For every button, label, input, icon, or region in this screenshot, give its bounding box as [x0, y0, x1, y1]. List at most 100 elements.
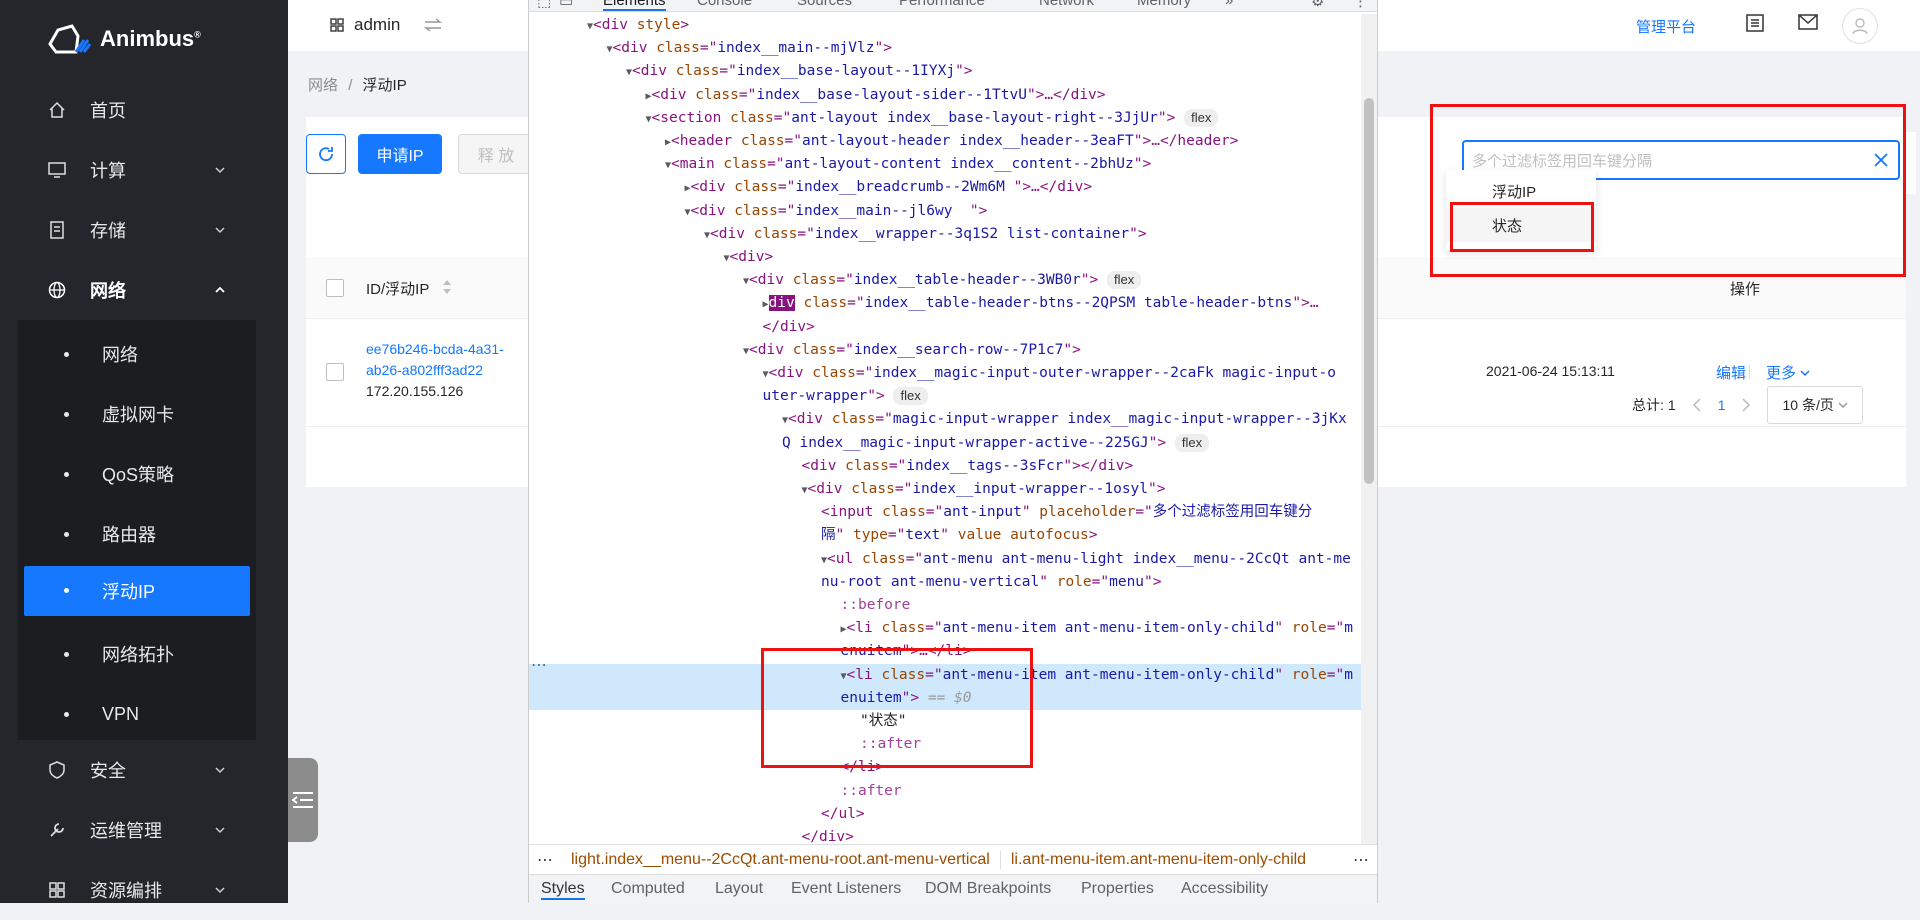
dom-tree-line[interactable]: ▼<div class="index__base-layout--1IYXj">	[529, 60, 1361, 83]
tab-accessibility[interactable]: Accessibility	[1181, 880, 1268, 898]
tab-performance[interactable]: Performance	[899, 0, 985, 9]
dom-tree-line[interactable]: ▶<li class="ant-menu-item ant-menu-item-…	[529, 617, 1361, 640]
dom-tree-line[interactable]: "状态"	[529, 710, 1361, 733]
more-actions-icon[interactable]: ⋯	[529, 655, 547, 675]
document-icon[interactable]	[1746, 14, 1764, 32]
dom-tree-line[interactable]: ▼<div class="index__main--mjVlz">	[529, 37, 1361, 60]
dom-tree-line[interactable]: ▼<div class="index__main--jl6wy ">	[529, 200, 1361, 223]
avatar[interactable]	[1842, 8, 1878, 44]
inspect-icon[interactable]: ⬚	[537, 0, 551, 10]
device-toolbar-icon[interactable]: ▭	[559, 0, 573, 10]
dom-tree-line[interactable]: ▶<div class="index__base-layout-sider--1…	[529, 84, 1361, 107]
sidebar-item-orchestration[interactable]: 资源编排	[0, 860, 288, 920]
dom-tree-line[interactable]: ▶<header class="ant-layout-header index_…	[529, 130, 1361, 153]
tab-memory[interactable]: Memory	[1137, 0, 1191, 9]
dom-tree-line[interactable]: ▼<div class="index__table-header--3WB0r"…	[529, 269, 1361, 292]
dom-tree-line[interactable]: ▼<div style>	[529, 14, 1361, 37]
filter-option-status[interactable]: 状态	[1446, 208, 1596, 242]
dom-crumb-li[interactable]: li.ant-menu-item.ant-menu-item-only-chil…	[1001, 851, 1316, 869]
next-page-icon[interactable]	[1741, 398, 1751, 412]
tab-properties[interactable]: Properties	[1081, 880, 1154, 898]
sidebar-item-home[interactable]: 首页	[0, 80, 288, 140]
dom-tree-line[interactable]: enuitem">…</li>	[529, 640, 1361, 663]
scrollbar-thumb[interactable]	[1364, 98, 1374, 484]
tab-styles[interactable]: Styles	[541, 880, 585, 900]
tab-sources[interactable]: Sources	[797, 0, 852, 9]
sidebar-subitem-vnic[interactable]: 虚拟网卡	[24, 390, 250, 438]
sidebar-item-network[interactable]: 网络	[0, 260, 288, 320]
logo[interactable]: Animbus®	[46, 22, 201, 56]
refresh-button[interactable]	[306, 134, 346, 174]
dom-crumb-ul[interactable]: light.index__menu--2CcQt.ant-menu-root.a…	[561, 850, 1001, 869]
dom-tree-line[interactable]: ::before	[529, 594, 1361, 617]
dom-tree-line[interactable]: ::after	[529, 780, 1361, 803]
dom-tree-line[interactable]: ▼<li class="ant-menu-item ant-menu-item-…	[529, 663, 1361, 687]
row-edit-link[interactable]: 编辑	[1716, 362, 1746, 383]
sidebar-subitem-qos[interactable]: QoS策略	[24, 450, 250, 498]
kebab-menu-icon[interactable]: ⋮	[1353, 0, 1368, 10]
dom-tree-line[interactable]: ▼<ul class="ant-menu ant-menu-light inde…	[529, 548, 1361, 571]
sidebar-item-ops[interactable]: 运维管理	[0, 800, 288, 860]
more-tabs-icon[interactable]: »	[1225, 0, 1233, 9]
dom-tree-line[interactable]: </div>	[529, 316, 1361, 339]
dom-tree-line[interactable]: </div>	[529, 826, 1361, 844]
dom-tree-line[interactable]: ▼<section class="ant-layout index__base-…	[529, 107, 1361, 130]
tab-console[interactable]: Console	[697, 0, 752, 9]
dom-tree-line[interactable]: ▼<div class="index__input-wrapper--1osyl…	[529, 478, 1361, 501]
dom-tree-line[interactable]: ▼<div class="magic-input-wrapper index__…	[529, 408, 1361, 431]
sidebar-subitem-topology[interactable]: 网络拓扑	[24, 630, 250, 678]
dom-tree-line[interactable]: ▼<div class="index__magic-input-outer-wr…	[529, 362, 1361, 385]
dom-tree-line[interactable]: ▼<div>	[529, 246, 1361, 269]
dom-tree-line[interactable]: ▶div class="index__table-header-btns--2Q…	[529, 292, 1361, 315]
platform-link[interactable]: 管理平台	[1636, 16, 1696, 37]
dom-tree-line[interactable]: enuitem"> == $0	[529, 686, 1361, 710]
prev-page-icon[interactable]	[1692, 398, 1702, 412]
page-size-select[interactable]: 10 条/页	[1767, 386, 1863, 424]
sidebar-subitem-router[interactable]: 路由器	[24, 510, 250, 558]
column-header-id[interactable]: ID/浮动IP	[366, 278, 429, 299]
sidebar-item-compute[interactable]: 计算	[0, 140, 288, 200]
dom-tree-line[interactable]: ::after	[529, 733, 1361, 756]
tab-dom-breakpoints[interactable]: DOM Breakpoints	[925, 880, 1051, 898]
sidebar-item-security[interactable]: 安全	[0, 740, 288, 800]
switch-icon[interactable]	[424, 18, 443, 32]
release-button[interactable]: 释 放	[458, 134, 534, 174]
dom-tree-line[interactable]: ▼<div class="index__search-row--7P1c7">	[529, 339, 1361, 362]
dom-tree-line[interactable]: Q index__magic-input-wrapper-active--225…	[529, 432, 1361, 455]
dom-tree-line[interactable]: <div class="index__tags--3sFcr"></div>	[529, 455, 1361, 478]
tab-network[interactable]: Network	[1039, 0, 1094, 9]
filter-option-floating-ip[interactable]: 浮动IP	[1446, 174, 1596, 208]
settings-gear-icon[interactable]: ⚙	[1311, 0, 1324, 10]
sidebar-subitem-floating-ip[interactable]: 浮动IP	[24, 566, 250, 616]
dom-tree-line[interactable]: <input class="ant-input" placeholder="多个…	[529, 501, 1361, 524]
crumbs-more-icon-right[interactable]: ⋯	[1345, 850, 1377, 870]
dom-tree-line[interactable]: ▼<main class="ant-layout-content index__…	[529, 153, 1361, 176]
dom-tree-line[interactable]: nu-root ant-menu-vertical" role="menu">	[529, 571, 1361, 594]
row-checkbox[interactable]	[326, 363, 344, 381]
dom-tree-line[interactable]: 隔" type="text" value autofocus>	[529, 524, 1361, 547]
sidebar-subitem-vpn[interactable]: VPN	[24, 690, 250, 738]
dom-tree-line[interactable]: </li>	[529, 756, 1361, 779]
sidebar-subitem-network[interactable]: 网络	[24, 330, 250, 378]
dom-tree-scrollbar[interactable]	[1361, 14, 1377, 844]
apply-ip-button[interactable]: 申请IP	[358, 134, 442, 174]
sort-icon[interactable]	[442, 278, 452, 296]
project-switcher[interactable]: admin	[330, 15, 443, 35]
row-id-link[interactable]: ee76b246-bcda-4a31- ab26-a802fff3ad22	[366, 339, 504, 381]
tab-elements[interactable]: Elements	[603, 0, 666, 11]
crumbs-more-icon[interactable]: ⋯	[529, 850, 561, 870]
breadcrumb-parent[interactable]: 网络	[308, 77, 338, 94]
close-icon[interactable]	[1874, 153, 1888, 167]
dom-tree-line[interactable]: ▼<div class="index__wrapper--3q1S2 list-…	[529, 223, 1361, 246]
row-more-dropdown[interactable]: 更多	[1766, 362, 1810, 383]
tab-computed[interactable]: Computed	[611, 880, 685, 898]
dom-tree[interactable]: ▼<div style> ▼<div class="index__main--mj…	[529, 14, 1361, 844]
tab-layout[interactable]: Layout	[715, 880, 763, 898]
dom-tree-line[interactable]: </ul>	[529, 803, 1361, 826]
sidebar-item-storage[interactable]: 存储	[0, 200, 288, 260]
page-number[interactable]: 1	[1718, 397, 1726, 413]
dom-tree-line[interactable]: uter-wrapper"> flex	[529, 385, 1361, 408]
tab-event-listeners[interactable]: Event Listeners	[791, 880, 901, 898]
dom-tree-line[interactable]: ▶<div class="index__breadcrumb--2Wm6M ">…	[529, 176, 1361, 199]
select-all-checkbox[interactable]	[326, 279, 344, 297]
